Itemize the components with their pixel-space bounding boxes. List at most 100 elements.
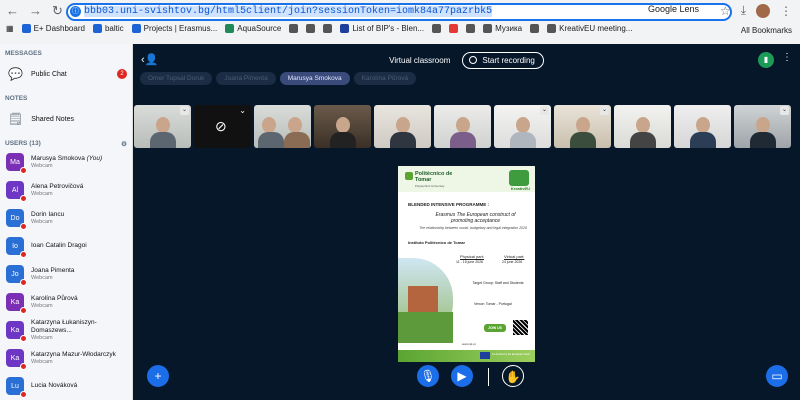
camera-button[interactable]: ▶ <box>451 365 473 387</box>
webcam-tile[interactable] <box>674 105 731 148</box>
user-list-toggle-icon[interactable]: ‹👤 <box>141 53 158 66</box>
presentation-slide[interactable]: Politécnico de Tomar Polytechnic Univers… <box>398 166 535 362</box>
user-list-item[interactable]: Io Ioan Catalin Dragoi <box>0 232 132 260</box>
webcam-tile[interactable] <box>614 105 671 148</box>
shared-notes-item[interactable]: 🗒 Shared Notes <box>0 102 132 134</box>
options-kebab-icon[interactable]: ⋮ <box>782 52 792 63</box>
camera-off-icon[interactable]: ⊘ <box>215 118 227 135</box>
webcam-tile[interactable]: ⌄ <box>554 105 611 148</box>
avatar: Lu <box>6 377 27 398</box>
bookmark-5[interactable]: List of BIP's - Blen... <box>340 24 424 33</box>
user-list-item[interactable]: Lu Lucia Nováková <box>0 372 132 400</box>
forward-arrow-icon[interactable]: → <box>29 3 42 19</box>
user-list-item[interactable]: Ka Karolína Půrová Webcam <box>0 288 132 316</box>
poster-join-badge: JOIN US <box>484 324 507 332</box>
all-bookmarks[interactable]: All Bookmarks <box>741 26 792 35</box>
apps-grid-icon[interactable]: ▦ <box>6 24 14 33</box>
user-name: Karolína Půrová <box>31 295 78 302</box>
talker-chip[interactable]: Karolína Půrová <box>353 72 417 85</box>
connection-status-icon[interactable]: ▮ <box>758 52 774 68</box>
menu-kebab-icon[interactable]: ⋮ <box>780 4 792 18</box>
download-icon[interactable]: ⤓ <box>741 3 746 18</box>
poster-physical-dates: 11 - 15 june 2026 <box>456 260 483 264</box>
bookmark-star-icon[interactable]: ☆ <box>720 4 731 18</box>
globe-icon[interactable] <box>289 24 299 33</box>
notes-icon: 🗒 <box>8 112 24 126</box>
user-name: Ioan Catalin Dragoi <box>31 242 87 249</box>
user-list: Ma Marusya Smokova (You) Webcam Al Alena Pet… <box>0 148 132 400</box>
poster-site: www.ipt.pt <box>462 342 476 346</box>
user-list-item[interactable]: Al Alena Petrovičová Webcam <box>0 176 132 204</box>
eu-flag-icon <box>480 352 490 359</box>
globe-icon[interactable] <box>306 24 316 33</box>
user-list-item[interactable]: Do Dorin Iancu Webcam <box>0 204 132 232</box>
bookmark-3[interactable]: Projects | Erasmus... <box>131 24 217 33</box>
globe-icon[interactable] <box>432 24 442 33</box>
action-bar: + 🎙 ▶ ✋ ▭ <box>133 365 800 390</box>
poster-target: Target Group: Staff and Students <box>472 281 524 285</box>
user-name: Marusya Smokova <box>31 155 85 162</box>
bookmark-6[interactable]: Музика <box>483 24 522 33</box>
webcam-tile[interactable]: ⌄ <box>494 105 551 148</box>
record-label: Start recording <box>482 55 535 65</box>
bookmark-2[interactable]: baltic <box>92 24 124 33</box>
globe-icon[interactable] <box>530 24 540 33</box>
bookmark-4[interactable]: AquaSource <box>225 24 281 33</box>
chevron-down-icon[interactable]: ⌄ <box>600 106 609 115</box>
webcam-tile[interactable] <box>254 105 311 148</box>
back-arrow-icon[interactable]: ← <box>6 3 19 19</box>
poster-subtitle: Erasmus The European construct of promot… <box>435 212 516 224</box>
mic-status-icon <box>20 335 27 342</box>
talker-chip[interactable]: Omer Tupsal Doruk <box>140 72 213 85</box>
unread-badge: 2 <box>117 69 127 79</box>
poster-org: Politécnico de Tomar <box>415 171 453 183</box>
raise-hand-button[interactable]: ✋ <box>502 365 524 387</box>
youtube-icon[interactable] <box>449 24 459 33</box>
talker-chip[interactable]: Joana Pimenta <box>216 72 276 85</box>
poster-institute: Instituto Politécnico de Tomar <box>408 240 466 245</box>
present-screen-button[interactable]: ▭ <box>766 365 788 387</box>
user-list-item[interactable]: Ka Katarzyna Mazur-Włodarczyk Webcam <box>0 344 132 372</box>
google-lens-button[interactable]: Google Lens <box>648 4 699 14</box>
mic-status-icon <box>20 307 27 314</box>
avatar: Do <box>6 209 27 230</box>
globe-icon[interactable] <box>323 24 333 33</box>
address-text: bbb03.uni-svishtov.bg/html5client/join?s… <box>84 6 493 17</box>
notes-header: NOTES <box>5 95 28 102</box>
chevron-down-icon[interactable]: ⌄ <box>780 106 789 115</box>
talker-chip-active[interactable]: Marusya Smokova <box>279 72 350 85</box>
avatar: Al <box>6 181 27 202</box>
microphone-button[interactable]: 🎙 <box>417 365 439 387</box>
mic-status-icon <box>20 279 27 286</box>
webcam-tile[interactable] <box>314 105 371 148</box>
user-webcam-status: Webcam <box>31 275 53 281</box>
profile-avatar[interactable] <box>756 3 770 18</box>
public-chat-label: Public Chat <box>30 70 67 78</box>
webcam-tile[interactable] <box>374 105 431 148</box>
browser-nav: ← → ↻ <box>6 3 63 19</box>
user-list-item[interactable]: Jo Joana Pimenta Webcam <box>0 260 132 288</box>
bookmark-7[interactable]: KreativEU meeting... <box>547 24 632 33</box>
address-bar[interactable]: ⓘ bbb03.uni-svishtov.bg/html5client/join… <box>66 3 732 21</box>
user-list-item[interactable]: Ma Marusya Smokova (You) Webcam <box>0 148 132 176</box>
sidebar: MESSAGES 💬 Public Chat 2 NOTES 🗒 Shared … <box>0 44 133 400</box>
webcam-tile-own[interactable]: ⊘ ⌄ <box>194 105 251 148</box>
webcam-tile[interactable]: ⌄ <box>134 105 191 148</box>
globe-icon[interactable] <box>466 24 476 33</box>
messages-header: MESSAGES <box>5 50 42 57</box>
poster-brand: KreativEU <box>510 186 530 191</box>
chevron-down-icon[interactable]: ⌄ <box>239 106 246 115</box>
record-button[interactable]: Start recording <box>462 51 544 69</box>
webcam-tile[interactable] <box>434 105 491 148</box>
public-chat-item[interactable]: 💬 Public Chat 2 <box>0 57 132 89</box>
avatar: Ma <box>6 153 27 174</box>
chevron-down-icon[interactable]: ⌄ <box>180 106 189 115</box>
user-list-item[interactable]: Ka Katarzyna Łukaniszyn-Domaszews... Webca… <box>0 316 132 344</box>
gear-icon[interactable]: ⚙ <box>121 140 127 148</box>
plus-actions-button[interactable]: + <box>147 365 169 387</box>
site-info-icon[interactable]: ⓘ <box>70 6 81 17</box>
chevron-down-icon[interactable]: ⌄ <box>540 106 549 115</box>
bookmark-1[interactable]: E+ Dashboard <box>21 24 85 33</box>
reload-icon[interactable]: ↻ <box>52 3 63 19</box>
webcam-tile[interactable]: ⌄ <box>734 105 791 148</box>
